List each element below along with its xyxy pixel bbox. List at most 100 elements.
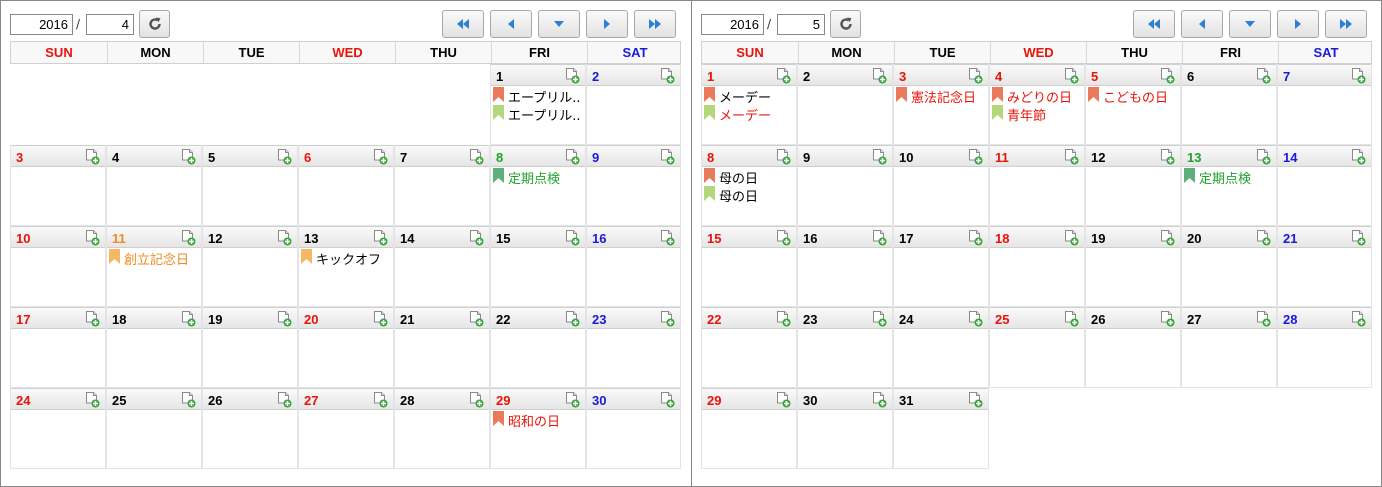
day-number[interactable]: 25 (995, 312, 1009, 327)
day-number[interactable]: 15 (496, 231, 510, 246)
day-number[interactable]: 3 (16, 150, 23, 165)
day-number[interactable]: 22 (496, 312, 510, 327)
day-number[interactable]: 23 (803, 312, 817, 327)
day-cell[interactable]: 7 (394, 145, 490, 226)
day-cell[interactable]: 10 (893, 145, 989, 226)
day-number[interactable]: 21 (400, 312, 414, 327)
day-cell[interactable]: 11 創立記念日 (106, 226, 202, 307)
day-number[interactable]: 9 (592, 150, 599, 165)
add-event-icon[interactable] (565, 230, 580, 250)
day-number[interactable]: 24 (899, 312, 913, 327)
day-cell[interactable]: 2 (797, 64, 893, 145)
day-number[interactable]: 5 (208, 150, 215, 165)
day-cell[interactable]: 14 (1277, 145, 1372, 226)
day-number[interactable]: 26 (208, 393, 222, 408)
add-event-icon[interactable] (872, 311, 887, 331)
day-cell[interactable]: 20 (298, 307, 394, 388)
day-number[interactable]: 19 (208, 312, 222, 327)
day-cell[interactable]: 4 みどりの日 青年節 (989, 64, 1085, 145)
add-event-icon[interactable] (776, 68, 791, 88)
add-event-icon[interactable] (469, 392, 484, 412)
event-item[interactable]: エープリル.. (491, 105, 585, 123)
day-number[interactable]: 2 (592, 69, 599, 84)
day-cell[interactable]: 22 (490, 307, 586, 388)
day-cell[interactable]: 23 (586, 307, 681, 388)
day-cell[interactable]: 2 (586, 64, 681, 145)
event-item[interactable]: 創立記念日 (107, 249, 201, 267)
add-event-icon[interactable] (968, 230, 983, 250)
day-number[interactable]: 20 (304, 312, 318, 327)
day-cell[interactable]: 21 (394, 307, 490, 388)
add-event-icon[interactable] (1160, 230, 1175, 250)
day-cell[interactable]: 31 (893, 388, 989, 469)
day-number[interactable]: 23 (592, 312, 606, 327)
add-event-icon[interactable] (565, 68, 580, 88)
day-cell[interactable]: 29 昭和の日 (490, 388, 586, 469)
add-event-icon[interactable] (660, 392, 675, 412)
day-cell[interactable]: 3 (10, 145, 106, 226)
add-event-icon[interactable] (1160, 149, 1175, 169)
event-item[interactable]: メーデー (702, 105, 796, 123)
year-input[interactable]: 2016 (10, 14, 73, 35)
day-cell[interactable]: 21 (1277, 226, 1372, 307)
event-item[interactable]: 青年節 (990, 105, 1084, 123)
add-event-icon[interactable] (85, 311, 100, 331)
day-number[interactable]: 21 (1283, 231, 1297, 246)
add-event-icon[interactable] (1256, 311, 1271, 331)
day-number[interactable]: 12 (208, 231, 222, 246)
day-number[interactable]: 4 (995, 69, 1002, 84)
day-number[interactable]: 7 (1283, 69, 1290, 84)
day-cell[interactable]: 3 憲法記念日 (893, 64, 989, 145)
day-cell[interactable]: 18 (989, 226, 1085, 307)
day-cell[interactable]: 12 (1085, 145, 1181, 226)
day-cell[interactable]: 1 メーデー メーデー (701, 64, 797, 145)
day-cell[interactable]: 8 母の日 母の日 (701, 145, 797, 226)
day-number[interactable]: 14 (400, 231, 414, 246)
day-number[interactable]: 16 (592, 231, 606, 246)
day-cell[interactable]: 16 (797, 226, 893, 307)
day-cell[interactable]: 16 (586, 226, 681, 307)
day-cell[interactable]: 27 (1181, 307, 1277, 388)
add-event-icon[interactable] (181, 230, 196, 250)
add-event-icon[interactable] (565, 311, 580, 331)
day-number[interactable]: 29 (496, 393, 510, 408)
day-number[interactable]: 1 (707, 69, 714, 84)
dropdown-button[interactable] (538, 10, 580, 38)
day-cell[interactable]: 19 (1085, 226, 1181, 307)
event-item[interactable]: こどもの日 (1086, 87, 1180, 105)
day-cell[interactable]: 15 (490, 226, 586, 307)
day-number[interactable]: 10 (16, 231, 30, 246)
day-cell[interactable]: 18 (106, 307, 202, 388)
day-number[interactable]: 9 (803, 150, 810, 165)
day-number[interactable]: 24 (16, 393, 30, 408)
add-event-icon[interactable] (1256, 149, 1271, 169)
day-cell[interactable]: 22 (701, 307, 797, 388)
day-number[interactable]: 30 (803, 393, 817, 408)
day-number[interactable]: 28 (400, 393, 414, 408)
event-item[interactable]: 定期点検 (1182, 168, 1276, 186)
add-event-icon[interactable] (85, 392, 100, 412)
add-event-icon[interactable] (373, 230, 388, 250)
day-cell[interactable]: 30 (797, 388, 893, 469)
day-number[interactable]: 8 (707, 150, 714, 165)
add-event-icon[interactable] (181, 392, 196, 412)
day-number[interactable]: 29 (707, 393, 721, 408)
day-number[interactable]: 6 (1187, 69, 1194, 84)
day-number[interactable]: 13 (304, 231, 318, 246)
day-cell[interactable]: 23 (797, 307, 893, 388)
day-cell[interactable]: 9 (797, 145, 893, 226)
add-event-icon[interactable] (660, 311, 675, 331)
add-event-icon[interactable] (565, 149, 580, 169)
day-cell[interactable]: 17 (893, 226, 989, 307)
add-event-icon[interactable] (1064, 68, 1079, 88)
add-event-icon[interactable] (660, 68, 675, 88)
day-number[interactable]: 5 (1091, 69, 1098, 84)
day-number[interactable]: 8 (496, 150, 503, 165)
day-cell[interactable]: 5 (202, 145, 298, 226)
add-event-icon[interactable] (1160, 68, 1175, 88)
day-cell[interactable]: 15 (701, 226, 797, 307)
add-event-icon[interactable] (776, 392, 791, 412)
day-number[interactable]: 13 (1187, 150, 1201, 165)
day-cell[interactable]: 26 (202, 388, 298, 469)
day-cell[interactable]: 25 (989, 307, 1085, 388)
